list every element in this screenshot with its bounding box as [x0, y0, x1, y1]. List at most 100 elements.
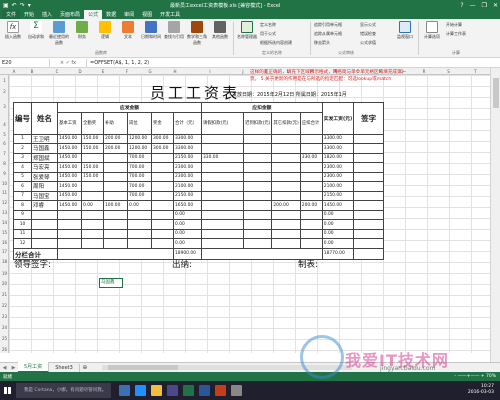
row-header[interactable]: 26 — [0, 347, 9, 352]
number-header[interactable]: 编号 — [13, 102, 32, 135]
total-spacer[interactable] — [353, 247, 385, 260]
financial-button[interactable]: 财务 — [71, 21, 93, 49]
table-cell[interactable] — [271, 209, 301, 220]
row-header[interactable]: 8 — [0, 161, 9, 166]
table-cell[interactable] — [103, 190, 128, 201]
show-formulas-button[interactable]: 显示公式 — [360, 22, 376, 28]
logical-button[interactable]: 逻辑 — [94, 21, 116, 49]
cortana-search[interactable]: 我是 Cortana，小娜。有问题尽管问我。 — [16, 383, 111, 398]
file-explorer-icon[interactable] — [151, 385, 162, 396]
math-button[interactable]: 数学和三角函数 — [186, 21, 208, 49]
row-header[interactable]: 12 — [0, 200, 9, 205]
subheader-cell[interactable]: 迟到扣款(元) — [242, 111, 273, 135]
table-cell[interactable] — [127, 209, 152, 220]
powerpoint-icon[interactable] — [215, 385, 226, 396]
row-header[interactable]: 2 — [0, 89, 9, 94]
signature-cell[interactable] — [353, 133, 385, 144]
help-icon[interactable]: ? — [460, 2, 463, 9]
table-cell[interactable] — [271, 162, 301, 173]
column-header[interactable]: S — [435, 68, 462, 75]
table-cell[interactable]: 200.00 — [103, 133, 128, 144]
table-cell[interactable] — [57, 228, 82, 239]
table-cell[interactable] — [299, 162, 323, 173]
employee-number[interactable]: 2 — [13, 143, 32, 154]
remove-arrows-button[interactable]: 移去箭头 — [314, 40, 330, 46]
table-cell[interactable] — [201, 219, 244, 230]
subheader-cell[interactable]: 奖金 — [151, 111, 174, 135]
row-header[interactable]: 7 — [0, 151, 9, 156]
signature-cell[interactable] — [353, 162, 385, 173]
employee-name[interactable]: 马宏亮 — [31, 162, 58, 173]
table-cell[interactable]: 2300.00 — [321, 162, 355, 173]
table-cell[interactable]: 700.00 — [127, 190, 152, 201]
table-cell[interactable] — [242, 152, 273, 163]
table-cell[interactable]: 150.00 — [81, 133, 104, 144]
table-cell[interactable]: 1450.00 — [57, 171, 82, 182]
table-cell[interactable] — [201, 171, 244, 182]
employee-name[interactable] — [31, 228, 58, 239]
table-cell[interactable]: 1820.00 — [321, 152, 355, 163]
lookup-button[interactable]: 查找与引用 — [163, 21, 185, 49]
column-header[interactable]: F — [115, 68, 139, 75]
date-time-button[interactable]: 日期和时间 — [140, 21, 162, 49]
table-cell[interactable] — [81, 181, 104, 192]
table-cell[interactable] — [103, 228, 128, 239]
column-header[interactable]: H — [161, 68, 189, 75]
table-cell[interactable] — [271, 143, 301, 154]
employee-name[interactable] — [31, 219, 58, 230]
column-header[interactable]: R — [413, 68, 435, 75]
table-cell[interactable]: 700.00 — [127, 171, 152, 182]
autosum-button[interactable]: Σ 自动求和 — [25, 21, 47, 49]
undo-icon[interactable]: ↶ — [12, 2, 17, 9]
row-header[interactable]: 1 — [0, 78, 9, 83]
calculate-sheet-button[interactable]: 计算工作表 — [446, 31, 466, 37]
table-cell[interactable] — [151, 152, 174, 163]
table-cell[interactable]: 2300.00 — [173, 171, 202, 182]
table-cell[interactable] — [299, 228, 323, 239]
table-cell[interactable] — [201, 133, 244, 144]
tab-developer[interactable]: 开发工具 — [156, 10, 184, 19]
table-cell[interactable] — [242, 209, 273, 220]
zoom-control[interactable]: - ——+—— + 70% — [455, 374, 496, 379]
employee-name[interactable]: 马国鑫 — [31, 143, 58, 154]
table-cell[interactable]: 2150.00 — [173, 190, 202, 201]
tab-page-layout[interactable]: 页面布局 — [56, 10, 84, 19]
tab-file[interactable]: 文件 — [2, 10, 21, 19]
table-cell[interactable] — [242, 190, 273, 201]
signature-cell[interactable] — [353, 200, 385, 211]
table-cell[interactable] — [103, 171, 128, 182]
table-cell[interactable]: 150.00 — [81, 162, 104, 173]
table-cell[interactable] — [151, 171, 174, 182]
table-cell[interactable]: 150.00 — [81, 171, 104, 182]
calc-options-button[interactable]: 计算选项 — [421, 21, 443, 49]
table-cell[interactable] — [201, 200, 244, 211]
table-cell[interactable] — [127, 238, 152, 249]
table-cell[interactable] — [103, 152, 128, 163]
table-cell[interactable] — [201, 162, 244, 173]
define-name-button[interactable]: 定义名称 — [260, 22, 276, 28]
employee-name[interactable] — [31, 209, 58, 220]
table-cell[interactable]: 3300.00 — [173, 143, 202, 154]
signature-cell[interactable] — [353, 219, 385, 230]
app-icon[interactable] — [231, 385, 242, 396]
table-cell[interactable]: 0.00 — [321, 228, 355, 239]
error-checking-button[interactable]: 错误检查 — [360, 31, 376, 37]
table-cell[interactable]: 1650.00 — [173, 200, 202, 211]
column-header[interactable]: B — [19, 68, 45, 75]
name-box[interactable]: E20 — [0, 59, 50, 67]
signature-cell[interactable] — [353, 171, 385, 182]
table-cell[interactable]: 2300.00 — [321, 171, 355, 182]
signature-cell[interactable] — [353, 181, 385, 192]
table-cell[interactable]: 1200.00 — [127, 143, 152, 154]
table-cell[interactable]: 3300.00 — [321, 143, 355, 154]
table-cell[interactable]: 3300.00 — [321, 133, 355, 144]
employee-number[interactable]: 10 — [13, 219, 32, 230]
table-cell[interactable] — [271, 219, 301, 230]
table-cell[interactable]: 0.00 — [173, 238, 202, 249]
employee-number[interactable]: 11 — [13, 228, 32, 239]
scroll-thumb[interactable] — [493, 78, 499, 108]
row-header[interactable]: 6 — [0, 141, 9, 146]
excel-icon[interactable] — [183, 385, 194, 396]
trace-dependents-button[interactable]: 追踪从属单元格 — [314, 31, 342, 37]
table-cell[interactable] — [242, 143, 273, 154]
